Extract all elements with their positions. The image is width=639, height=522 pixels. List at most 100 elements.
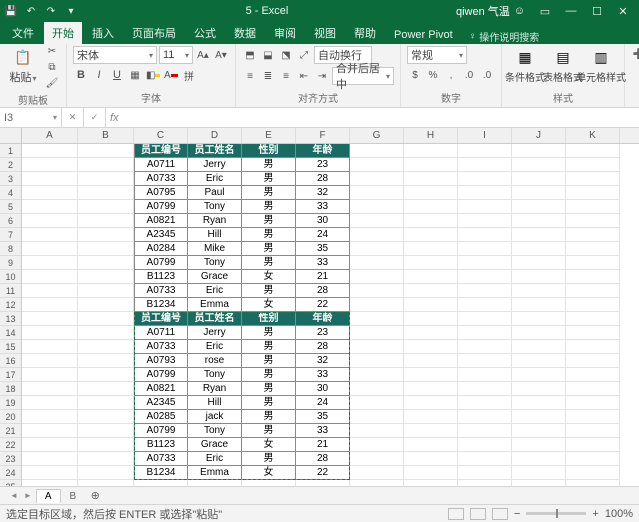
cell[interactable] [350, 438, 404, 452]
row-header[interactable]: 13 [0, 312, 21, 326]
row-header[interactable]: 22 [0, 438, 21, 452]
tab-数据[interactable]: 数据 [226, 22, 264, 44]
cell[interactable] [458, 326, 512, 340]
cell[interactable] [404, 158, 458, 172]
cell[interactable]: Jerry [188, 158, 242, 172]
cell[interactable]: 33 [296, 200, 350, 214]
minimize-icon[interactable]: — [559, 5, 583, 18]
cell[interactable]: 男 [242, 214, 296, 228]
cell[interactable] [458, 368, 512, 382]
column-headers[interactable]: ABCDEFGHIJK [22, 128, 639, 144]
align-left-icon[interactable]: ≡ [242, 68, 258, 84]
table-header-cell[interactable]: 员工编号 [134, 144, 188, 158]
select-all-button[interactable] [0, 128, 22, 144]
cell[interactable] [566, 396, 620, 410]
cell[interactable] [22, 158, 78, 172]
cell[interactable] [458, 396, 512, 410]
cell[interactable] [458, 410, 512, 424]
zoom-slider[interactable] [526, 512, 586, 515]
cell[interactable] [512, 158, 566, 172]
cell[interactable] [22, 284, 78, 298]
cell[interactable] [350, 298, 404, 312]
cell[interactable] [78, 354, 134, 368]
cell[interactable] [458, 172, 512, 186]
cell[interactable] [458, 438, 512, 452]
cell[interactable]: 28 [296, 172, 350, 186]
comma-icon[interactable]: , [443, 67, 459, 83]
cell[interactable] [512, 396, 566, 410]
table-header-cell[interactable]: 年龄 [296, 312, 350, 326]
col-header[interactable]: C [134, 128, 188, 143]
cell[interactable] [78, 158, 134, 172]
sheet-nav-prev-icon[interactable]: ◄ [8, 491, 20, 500]
row-headers[interactable]: 1234567891011121314151617181920212223242… [0, 144, 22, 486]
currency-icon[interactable]: $ [407, 67, 423, 83]
cell[interactable]: 33 [296, 424, 350, 438]
cell[interactable] [404, 480, 458, 486]
align-bottom-icon[interactable]: ⬔ [278, 47, 294, 63]
row-header[interactable]: 10 [0, 270, 21, 284]
cell[interactable] [350, 256, 404, 270]
col-header[interactable]: J [512, 128, 566, 143]
cell[interactable] [22, 452, 78, 466]
cell[interactable] [78, 480, 134, 486]
paste-button[interactable]: 📋 粘贴▾ [6, 46, 40, 85]
cell[interactable] [458, 466, 512, 480]
col-header[interactable]: D [188, 128, 242, 143]
zoom-level[interactable]: 100% [605, 508, 633, 520]
cell[interactable]: 21 [296, 270, 350, 284]
indent-inc-icon[interactable]: ⇥ [314, 68, 330, 84]
cell[interactable]: A2345 [134, 228, 188, 242]
cell[interactable] [566, 186, 620, 200]
shrink-font-icon[interactable]: A▾ [213, 47, 229, 63]
cell[interactable] [512, 480, 566, 486]
cell[interactable]: Hill [188, 228, 242, 242]
cell[interactable] [404, 340, 458, 354]
fill-color-button[interactable]: ◧ [145, 67, 161, 83]
cell[interactable]: 男 [242, 368, 296, 382]
phonetic-button[interactable]: 拼 [181, 67, 197, 83]
row-header[interactable]: 1 [0, 144, 21, 158]
cell[interactable] [566, 284, 620, 298]
cell[interactable] [78, 410, 134, 424]
cell[interactable] [458, 228, 512, 242]
cell[interactable]: Eric [188, 172, 242, 186]
cell[interactable] [350, 410, 404, 424]
sheet-tab[interactable]: A [36, 489, 61, 503]
cell[interactable] [566, 298, 620, 312]
cell[interactable]: 男 [242, 340, 296, 354]
row-header[interactable]: 9 [0, 256, 21, 270]
cell[interactable] [350, 158, 404, 172]
close-icon[interactable]: ✕ [611, 5, 635, 18]
inc-decimal-icon[interactable]: .0 [461, 67, 477, 83]
cond-format-button[interactable]: ▦条件格式 [508, 46, 542, 84]
cell[interactable]: Tony [188, 200, 242, 214]
cell[interactable] [350, 200, 404, 214]
cell[interactable]: B1234 [134, 298, 188, 312]
cell[interactable] [22, 298, 78, 312]
cell[interactable] [350, 480, 404, 486]
cell[interactable]: A0733 [134, 284, 188, 298]
cell[interactable] [458, 270, 512, 284]
row-header[interactable]: 14 [0, 326, 21, 340]
cell[interactable]: 24 [296, 228, 350, 242]
tab-页面布局[interactable]: 页面布局 [124, 22, 184, 44]
cell[interactable]: Tony [188, 368, 242, 382]
cell[interactable] [512, 256, 566, 270]
cell[interactable] [78, 256, 134, 270]
cells-area[interactable]: 员工编号员工姓名性别年龄A0711Jerry男23A0733Eric男28A07… [22, 144, 639, 486]
col-header[interactable]: G [350, 128, 404, 143]
cell[interactable] [512, 382, 566, 396]
worksheet-grid[interactable]: ABCDEFGHIJK 1234567891011121314151617181… [0, 128, 639, 486]
cell[interactable] [512, 172, 566, 186]
align-center-icon[interactable]: ≣ [260, 68, 276, 84]
cell[interactable]: 28 [296, 452, 350, 466]
align-top-icon[interactable]: ⬒ [242, 47, 258, 63]
cell[interactable] [78, 242, 134, 256]
col-header[interactable]: K [566, 128, 620, 143]
zoom-in-icon[interactable]: + [592, 508, 598, 520]
cell[interactable]: 男 [242, 424, 296, 438]
cell[interactable]: 女 [242, 270, 296, 284]
cell[interactable] [350, 382, 404, 396]
cell[interactable]: Jerry [188, 326, 242, 340]
